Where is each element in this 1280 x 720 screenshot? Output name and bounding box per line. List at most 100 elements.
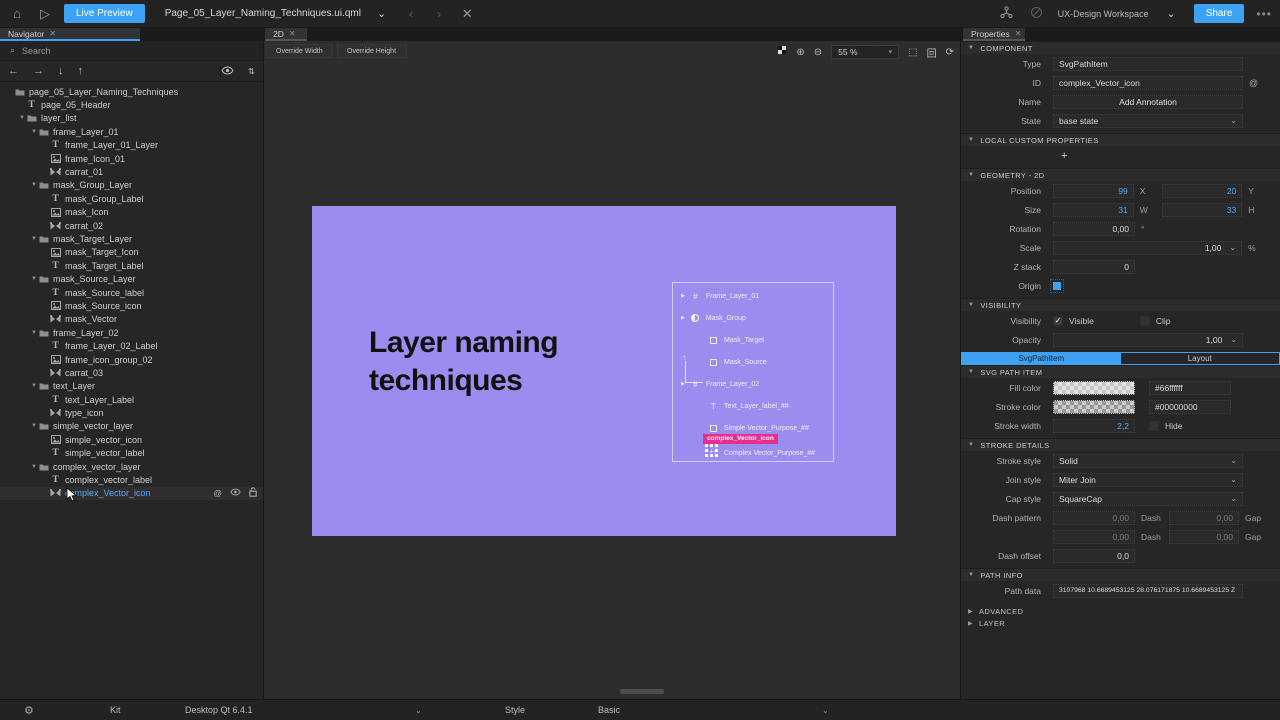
settings-gear-icon[interactable]: ⚙	[24, 704, 34, 717]
section-geometry[interactable]: ▼GEOMETRY - 2D	[961, 168, 1280, 181]
fit-center-icon[interactable]: 回	[927, 45, 937, 60]
section-local-custom[interactable]: ▼LOCAL CUSTOM PROPERTIES	[961, 133, 1280, 146]
join-style-select[interactable]: Miter Join⌄	[1053, 473, 1243, 487]
hide-checkbox[interactable]	[1149, 421, 1159, 431]
zoom-level-select[interactable]: 55 % ▾	[831, 45, 899, 59]
live-preview-button[interactable]: Live Preview	[64, 4, 145, 23]
tab-navigator[interactable]: Navigator ✕	[0, 28, 140, 41]
fit-selection-icon[interactable]: ⬚	[908, 47, 917, 58]
more-menu-icon[interactable]: •••	[1256, 7, 1272, 21]
forward-icon[interactable]: ›	[437, 7, 441, 21]
tab-properties[interactable]: Properties ✕	[963, 28, 1025, 41]
tree-item-simple_vector_label[interactable]: Tsimple_vector_label	[0, 447, 263, 460]
tree-item-frame_Layer_02[interactable]: ▼frame_Layer_02	[0, 326, 263, 339]
tree-item-mask_Target_Label[interactable]: Tmask_Target_Label	[0, 259, 263, 272]
move-left-icon[interactable]: ←	[8, 65, 19, 77]
tree-item-simple_vector_icon[interactable]: simple_vector_icon	[0, 433, 263, 446]
tab-2d[interactable]: 2D ✕	[265, 28, 307, 41]
override-height-button[interactable]: Override Height	[337, 44, 407, 58]
kit-chevron-icon[interactable]: ⌄	[415, 706, 422, 715]
tree-item-mask_Target_Layer[interactable]: ▼mask_Target_Layer	[0, 232, 263, 245]
section-visibility[interactable]: ▼VISIBILITY	[961, 298, 1280, 311]
tree-expand-icon[interactable]: ▼	[18, 115, 26, 121]
section-component[interactable]: ▼COMPONENT	[961, 41, 1280, 54]
tree-item-frame_icon_group_02[interactable]: frame_icon_group_02	[0, 353, 263, 366]
add-annotation-button[interactable]: Add Annotation	[1053, 95, 1243, 109]
workspace-chevron-icon[interactable]: ⌄	[1166, 7, 1175, 20]
move-up-icon[interactable]: ↑	[78, 65, 84, 77]
origin-picker[interactable]	[1053, 282, 1061, 290]
eye-icon[interactable]	[230, 488, 241, 498]
clip-checkbox[interactable]	[1140, 316, 1150, 326]
tree-item-frame_Layer_01[interactable]: ▼frame_Layer_01	[0, 125, 263, 138]
close-file-icon[interactable]: ✕	[458, 6, 476, 22]
tree-item-mask_Group_Layer[interactable]: ▼mask_Group_Layer	[0, 179, 263, 192]
fill-color-field[interactable]: #66ffffff	[1149, 381, 1231, 395]
artboard[interactable]: Layer naming techniques ▶#Frame_Layer_01…	[312, 206, 896, 536]
style-chevron-icon[interactable]: ⌄	[822, 706, 829, 715]
back-icon[interactable]: ‹	[409, 7, 413, 21]
tree-expand-icon[interactable]: ▼	[30, 330, 38, 336]
tree-item-mask_Source_Layer[interactable]: ▼mask_Source_Layer	[0, 272, 263, 285]
tab-2d-close-icon[interactable]: ✕	[289, 29, 296, 38]
override-width-button[interactable]: Override Width	[266, 44, 333, 58]
path-data-field[interactable]: 3107968 10.6689453125 28.076171875 10.66…	[1053, 584, 1243, 598]
position-x-field[interactable]: 99	[1053, 184, 1134, 198]
scale-select[interactable]: 1,00⌄	[1053, 241, 1242, 255]
tree-item-carrat_01[interactable]: carrat_01	[0, 165, 263, 178]
tab-properties-close-icon[interactable]: ✕	[1015, 29, 1022, 38]
dash2-field[interactable]: 0,00	[1053, 530, 1135, 544]
section-layer[interactable]: ▶LAYER	[961, 617, 1280, 629]
tree-item-layer_list[interactable]: ▼layer_list	[0, 112, 263, 125]
tree-item-frame_Icon_01[interactable]: frame_Icon_01	[0, 152, 263, 165]
kit-select[interactable]: Desktop Qt 6.4.1	[185, 705, 253, 715]
state-select[interactable]: base state⌄	[1053, 114, 1243, 128]
tree-item-complex_vector_layer[interactable]: ▼complex_vector_layer	[0, 460, 263, 473]
section-stroke-details[interactable]: ▼STROKE DETAILS	[961, 438, 1280, 451]
add-property-button[interactable]: +	[1061, 150, 1067, 162]
export-alias-icon[interactable]: @	[1249, 78, 1258, 88]
home-icon[interactable]: ⌂	[8, 6, 26, 21]
zoom-in-icon[interactable]: ⊕	[796, 47, 804, 58]
tree-item-carrat_02[interactable]: carrat_02	[0, 219, 263, 232]
tree-item-page_05_Header[interactable]: Tpage_05_Header	[0, 98, 263, 111]
opacity-select[interactable]: 1,00⌄	[1053, 333, 1243, 347]
tree-item-complex_vector_label[interactable]: Tcomplex_vector_label	[0, 473, 263, 486]
size-h-field[interactable]: 33	[1162, 203, 1243, 217]
tree-item-simple_vector_layer[interactable]: ▼simple_vector_layer	[0, 420, 263, 433]
tree-item-mask_Group_Label[interactable]: Tmask_Group_Label	[0, 192, 263, 205]
id-field[interactable]: complex_Vector_icon	[1053, 76, 1243, 90]
tree-expand-icon[interactable]: ▼	[30, 423, 38, 429]
selection-handles[interactable]	[705, 444, 718, 457]
tree-expand-icon[interactable]: ▼	[30, 236, 38, 242]
dash1-field[interactable]: 0,00	[1053, 511, 1135, 525]
gap2-field[interactable]: 0,00	[1169, 530, 1239, 544]
file-dropdown-chevron-icon[interactable]: ⌄	[377, 7, 386, 20]
tab-svgpathitem[interactable]: SvgPathItem	[962, 353, 1121, 364]
rotation-field[interactable]: 0,00	[1053, 222, 1135, 236]
tab-layout[interactable]: Layout	[1121, 353, 1280, 364]
cap-style-select[interactable]: SquareCap⌄	[1053, 492, 1243, 506]
tree-item-mask_Source_icon[interactable]: mask_Source_icon	[0, 299, 263, 312]
reset-view-icon[interactable]: ⟳	[946, 47, 954, 58]
type-field[interactable]: SvgPathItem	[1053, 57, 1243, 71]
tree-item-carrat_03[interactable]: carrat_03	[0, 366, 263, 379]
tree-item-frame_Layer_02_Label[interactable]: Tframe_Layer_02_Label	[0, 339, 263, 352]
stroke-style-select[interactable]: Solid⌄	[1053, 454, 1243, 468]
section-svg-path-item[interactable]: ▼SVG PATH ITEM	[961, 365, 1280, 378]
tree-item-text_Layer[interactable]: ▼text_Layer	[0, 380, 263, 393]
tree-item-type_icon[interactable]: type_icon	[0, 406, 263, 419]
open-file-tab[interactable]: Page_05_Layer_Naming_Techniques.ui.qml	[165, 8, 361, 19]
run-play-icon[interactable]: ▷	[36, 6, 54, 22]
move-down-icon[interactable]: ↓	[58, 65, 64, 77]
move-right-icon[interactable]: →	[33, 65, 44, 77]
sort-order-icon[interactable]: ⇅	[248, 66, 255, 77]
tree-expand-icon[interactable]: ▼	[30, 383, 38, 389]
tree-item-complex_Vector_icon[interactable]: complex_Vector_icon@	[0, 487, 263, 500]
tree-item-mask_Icon[interactable]: mask_Icon	[0, 206, 263, 219]
tree-item-frame_Layer_01_Layer[interactable]: Tframe_Layer_01_Layer	[0, 139, 263, 152]
tree-item-page_05_Layer_Naming_Techniques[interactable]: page_05_Layer_Naming_Techniques	[0, 85, 263, 98]
tree-item-text_Layer_Label[interactable]: Ttext_Layer_Label	[0, 393, 263, 406]
tree-expand-icon[interactable]: ▼	[30, 129, 38, 135]
alias-at-icon[interactable]: @	[213, 488, 222, 498]
